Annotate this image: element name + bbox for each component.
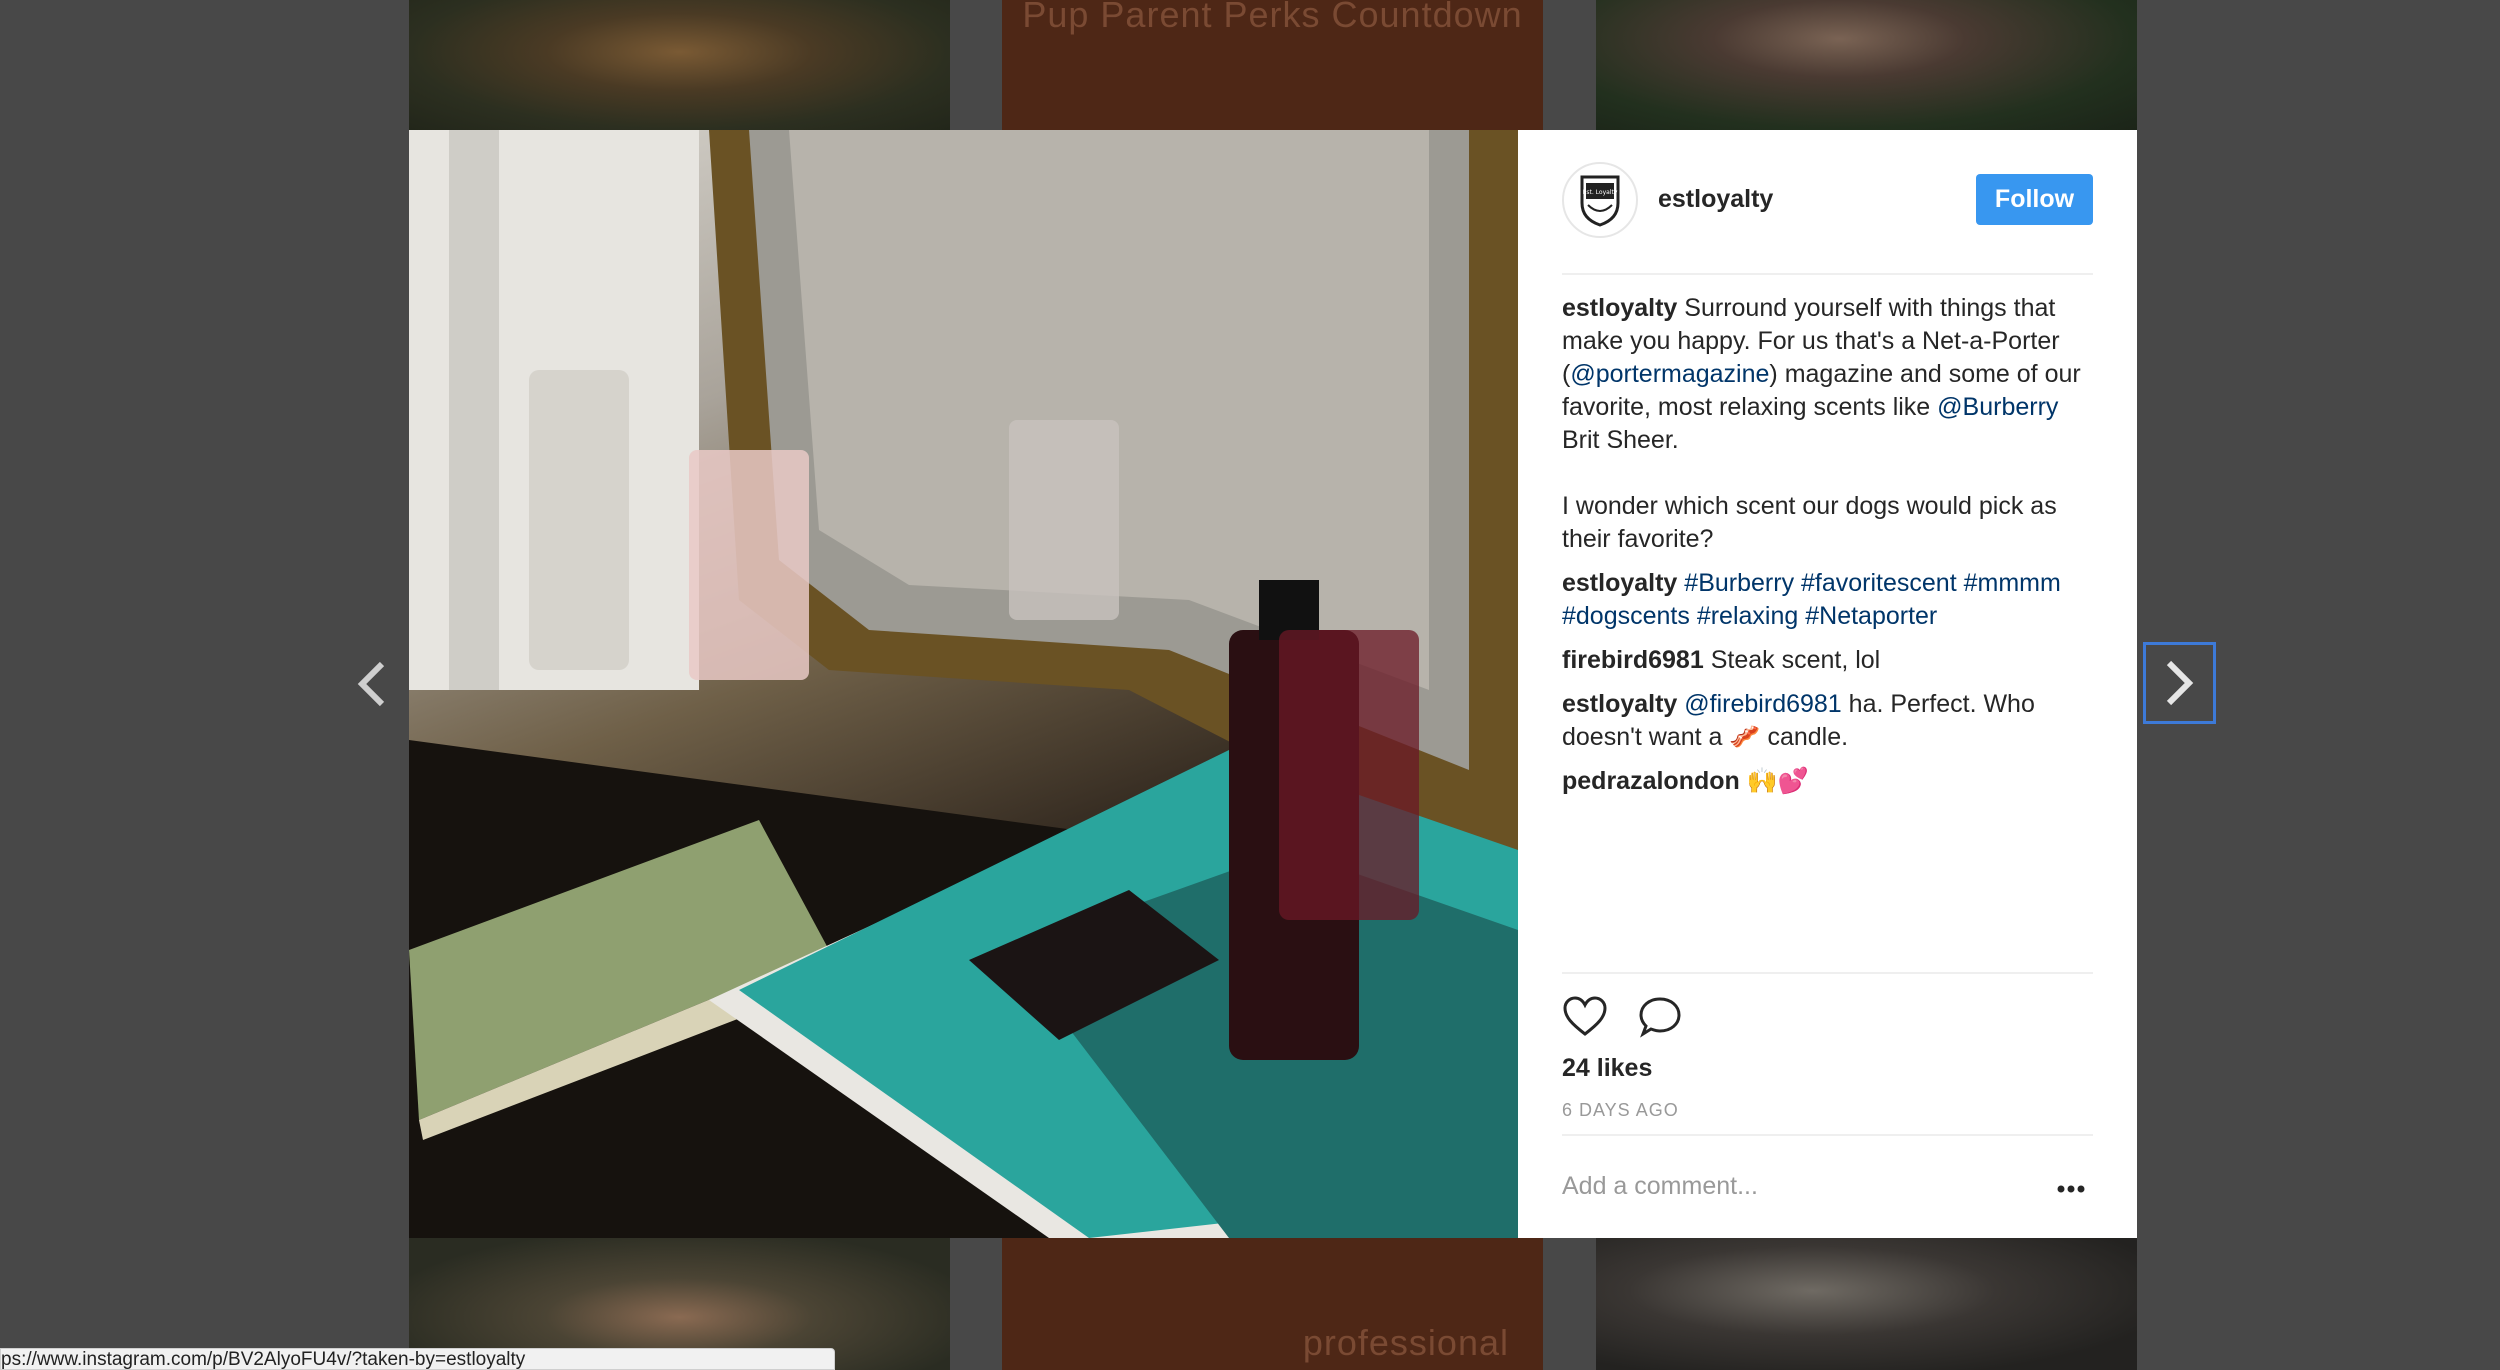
post-details-panel: Est. Loyalty estloyalty Follow estloyalt… [1518,130,2137,1238]
hashtag-link[interactable]: #Burberry [1684,569,1794,597]
comment-input[interactable]: Add a comment... [1562,1172,1758,1201]
comment-bubble-icon [1639,997,1681,1038]
comment-username[interactable]: pedrazalondon [1562,767,1740,795]
add-comment-bar: Add a comment... [1562,1134,2093,1240]
comment-item: firebird6981 Steak scent, lol [1562,644,2093,677]
comment-item: pedrazalondon 🙌💕 [1562,765,2093,798]
more-options-button[interactable] [2057,1180,2085,1198]
brand-logo-icon: Est. Loyalty [1580,175,1620,227]
comment-username[interactable]: estloyalty [1562,294,1677,322]
background-photo-woman-dog[interactable] [1596,1238,2137,1370]
like-button[interactable] [1562,996,1608,1043]
comment-username[interactable]: estloyalty [1562,569,1677,597]
hashtag-link[interactable]: #favoritescent [1801,569,1957,597]
next-post-button[interactable] [2143,642,2216,724]
previous-post-button[interactable] [336,644,406,724]
caption-text: Brit Sheer. [1562,426,1679,454]
caption: estloyalty Surround yourself with things… [1562,292,2093,556]
brand-logo-text: Est. Loyalty [1583,189,1618,196]
background-photo-woman[interactable] [1596,0,2137,130]
comment-text: 🙌💕 [1746,767,1810,795]
hashtag-link[interactable]: #relaxing [1697,602,1798,630]
mention-link[interactable]: @portermagazine [1570,360,1769,388]
heart-icon [1563,996,1607,1036]
comments-list: estloyalty Surround yourself with things… [1562,292,2093,809]
background-tile-countdown[interactable]: Pup Parent Perks Countdown [1002,0,1543,130]
chevron-left-icon [357,661,385,707]
action-icons [1562,996,1682,1043]
post-author-username[interactable]: estloyalty [1658,185,1773,214]
hashtag-link[interactable]: #dogscents [1562,602,1690,630]
comment-item: estloyalty #Burberry #favoritescent #mmm… [1562,567,2093,633]
more-horizontal-icon [2057,1185,2085,1193]
comment-button[interactable] [1638,996,1682,1043]
background-tile-professional[interactable]: professional [1002,1238,1543,1370]
mention-link[interactable]: @firebird6981 [1684,690,1841,718]
background-tile-title: professional [1302,1322,1509,1363]
caption-text: I wonder which scent our dogs would pick… [1562,492,2057,553]
mention-link[interactable]: @Burberry [1937,393,2058,421]
follow-button[interactable]: Follow [1976,174,2093,225]
chevron-right-icon [2166,660,2193,706]
post-header: Est. Loyalty estloyalty Follow [1562,130,2093,275]
background-tile-title: Pup Parent Perks Countdown [1022,0,1523,35]
comment-item: estloyalty @firebird6981 ha. Perfect. Wh… [1562,688,2093,754]
comment-username[interactable]: firebird6981 [1562,646,1704,674]
hashtag-link[interactable]: #Netaporter [1805,602,1937,630]
post-timestamp: 6 DAYS AGO [1562,1100,1679,1120]
likes-count[interactable]: 24 likes [1562,1054,1652,1083]
background-photo-dog[interactable] [409,0,950,130]
avatar[interactable]: Est. Loyalty [1562,162,1638,238]
post-photo-illustration [409,130,1518,1238]
post-photo[interactable] [409,130,1518,1238]
comment-username[interactable]: estloyalty [1562,690,1677,718]
browser-status-url: ps://www.instagram.com/p/BV2AlyoFU4v/?ta… [0,1348,835,1370]
hashtag-link[interactable]: #mmmm [1964,569,2061,597]
comment-text: Steak scent, lol [1710,646,1881,674]
